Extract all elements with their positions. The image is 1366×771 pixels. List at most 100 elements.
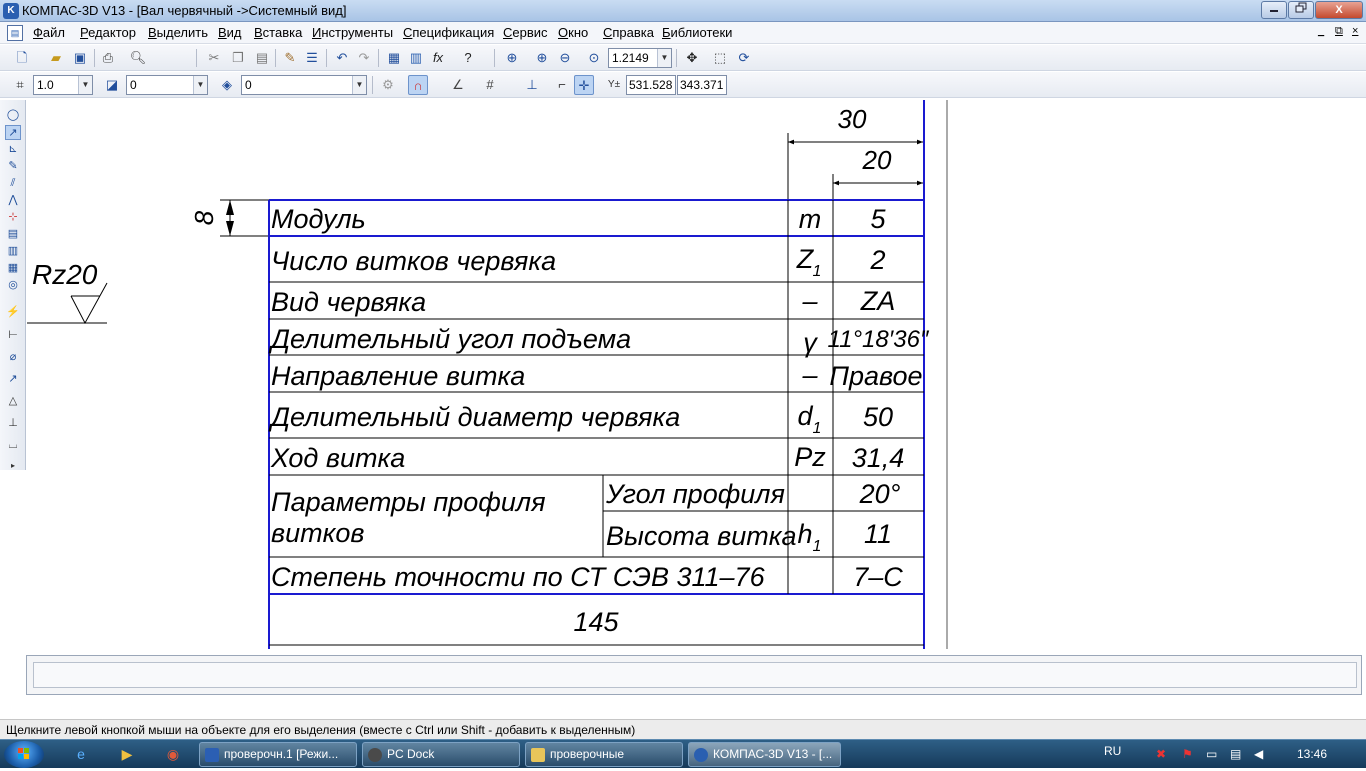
antivirus-tray-icon[interactable]: ✖ [1156,747,1166,761]
compact-toolbar: ◯ ↗ ⊾ ✎ ⫽ ⋀ ⊹ ▤ ▥ ▦ ◎ ⚡ ⊢ ⌀ ↗ △ ⊥ ⌴ ▸ [0,100,26,470]
menu-insert[interactable]: Вставка [254,25,302,40]
open-icon[interactable]: ▰ [46,48,66,68]
pan-icon[interactable]: ✥ [682,48,702,68]
parametrization-icon[interactable]: ⫽ [5,176,21,191]
undo-icon[interactable]: ↶ [332,48,352,68]
round-icon[interactable]: ⌐ [552,75,572,95]
menu-service[interactable]: Сервис [503,25,548,40]
menu-file[interactable]: Файл [33,25,65,40]
redo-icon[interactable]: ↷ [354,48,374,68]
zoom-scale-icon[interactable]: ⊙ [584,48,604,68]
spec-icon[interactable]: ▥ [5,244,21,259]
taskbar-item-label: проверочн.1 [Режи... [224,747,339,761]
print-icon[interactable]: ⎙ [98,48,118,68]
view-combo[interactable]: 0 ▼ [241,75,367,95]
network-tray-icon[interactable]: ▤ [1230,747,1241,761]
taskbar-item-folder[interactable]: проверочные [525,742,683,767]
zoom-out-icon[interactable]: ⊖ [555,48,575,68]
object-properties-icon[interactable]: ⚙ [378,75,398,95]
edit-icon[interactable]: ✎ [5,159,21,174]
save-icon[interactable]: ▣ [70,48,90,68]
start-button[interactable] [4,741,44,768]
app-quicklaunch-icon[interactable]: ◉ [162,744,184,764]
menu-select[interactable]: Выделить [148,25,208,40]
view-icon[interactable]: ◈ [217,75,237,95]
row-label-worm-type: Вид червяка [271,287,426,317]
menu-window[interactable]: Окно [558,25,588,40]
expand-arrow-icon[interactable]: ▸ [5,458,21,473]
mech-icon[interactable]: ⚡ [5,305,21,320]
properties-icon[interactable]: ☰ [302,48,322,68]
dim-diameter-icon[interactable]: ⌀ [5,350,21,365]
coord-y-value: 343.371 [680,78,724,92]
drawing-canvas[interactable]: 30 20 8 Rz20 Модуль Число витков червяка… [27,100,1366,649]
taskbar-item-pcdock[interactable]: PC Dock [362,742,520,767]
line-scale-combo[interactable]: 1.0 ▼ [33,75,93,95]
volume-tray-icon[interactable]: ◀ [1254,747,1263,761]
ortho-icon[interactable]: ∠ [448,75,468,95]
dim-height-icon[interactable]: ⊥ [5,416,21,431]
menu-tools[interactable]: Инструменты [312,25,393,40]
manager-icon[interactable]: ▦ [384,48,404,68]
zoom-window-icon[interactable]: ⊕ [502,48,522,68]
menu-help[interactable]: Справка [603,25,654,40]
taskbar-item-word[interactable]: проверочн.1 [Режи... [199,742,357,767]
cursor-coords-icon[interactable]: ✛ [574,75,594,95]
dim-linear-icon[interactable]: ⊢ [5,328,21,343]
dim-angle-icon[interactable]: △ [5,394,21,409]
value-lead: 31,4 [852,443,905,473]
refresh-icon[interactable]: ⟳ [734,48,754,68]
language-indicator[interactable]: RU [1104,744,1121,758]
local-cs-icon[interactable]: ⌗ [10,75,30,95]
paste-icon[interactable]: ▤ [252,48,272,68]
dim-leader-icon[interactable]: ↗ [5,372,21,387]
zoom-combo[interactable]: 1.2149 ▼ [608,48,672,68]
menu-edit[interactable]: Редактор [80,25,136,40]
doc-restore-icon[interactable]: ⧉ [1335,25,1343,38]
doc-close-icon[interactable]: × [1352,25,1358,37]
layer-combo[interactable]: 0 ▼ [126,75,208,95]
layer-icon[interactable]: ◪ [102,75,122,95]
restore-icon [1295,2,1307,13]
menu-view[interactable]: Вид [218,25,242,40]
coord-x-field[interactable]: 531.528 [626,75,676,95]
taskbar-item-kompas[interactable]: КОМПАС-3D V13 - [... [688,742,841,767]
menu-libraries[interactable]: Библиотеки [662,25,732,40]
zoom-in-icon[interactable]: ⊕ [532,48,552,68]
minimize-button[interactable] [1261,1,1287,19]
menu-specification[interactable]: Спецификация [403,25,494,40]
selection-icon[interactable]: ⊹ [5,210,21,225]
associative-view-icon[interactable]: ▤ [5,227,21,242]
format-brush-icon[interactable]: ✎ [280,48,300,68]
restore-button[interactable] [1288,1,1314,19]
designations-icon[interactable]: ⊾ [5,142,21,157]
function-icon[interactable]: fx [428,48,448,68]
clock[interactable]: 13:46 [1297,747,1327,761]
coord-y-field[interactable]: 343.371 [677,75,727,95]
local-axis-icon[interactable]: ⊥ [522,75,542,95]
reports-icon[interactable]: ▦ [5,261,21,276]
variables-icon[interactable]: ▥ [406,48,426,68]
preview-icon[interactable]: 🔍︎ [128,48,148,68]
close-button[interactable]: X [1315,1,1363,19]
copy-icon[interactable]: ❐ [228,48,248,68]
cut-icon[interactable]: ✂ [204,48,224,68]
dimensions-icon[interactable]: ↗ [5,125,21,140]
flag-tray-icon[interactable]: ⚑ [1182,747,1193,761]
show-all-icon[interactable]: ⬚ [710,48,730,68]
ie-icon[interactable]: e [70,744,92,764]
row-label-pitch-diameter: Делительный диаметр червяка [268,402,680,432]
snap-icon[interactable]: ∩ [408,75,428,95]
grid-icon[interactable]: # [480,75,500,95]
new-icon[interactable]: 🗋 [12,48,32,68]
insert-icon[interactable]: ◎ [5,278,21,293]
help-pointer-icon[interactable]: ? [458,48,478,68]
dim-arc-icon[interactable]: ⌴ [5,438,21,453]
doc-minimize-icon[interactable]: _ [1318,25,1324,37]
media-player-icon[interactable]: ▶ [116,744,138,764]
measure-icon[interactable]: ⋀ [5,193,21,208]
document-icon[interactable]: ▤ [7,25,23,41]
device-tray-icon[interactable]: ▭ [1206,747,1217,761]
geometry-icon[interactable]: ◯ [5,108,21,123]
kompas-app-icon[interactable]: K [3,3,19,19]
